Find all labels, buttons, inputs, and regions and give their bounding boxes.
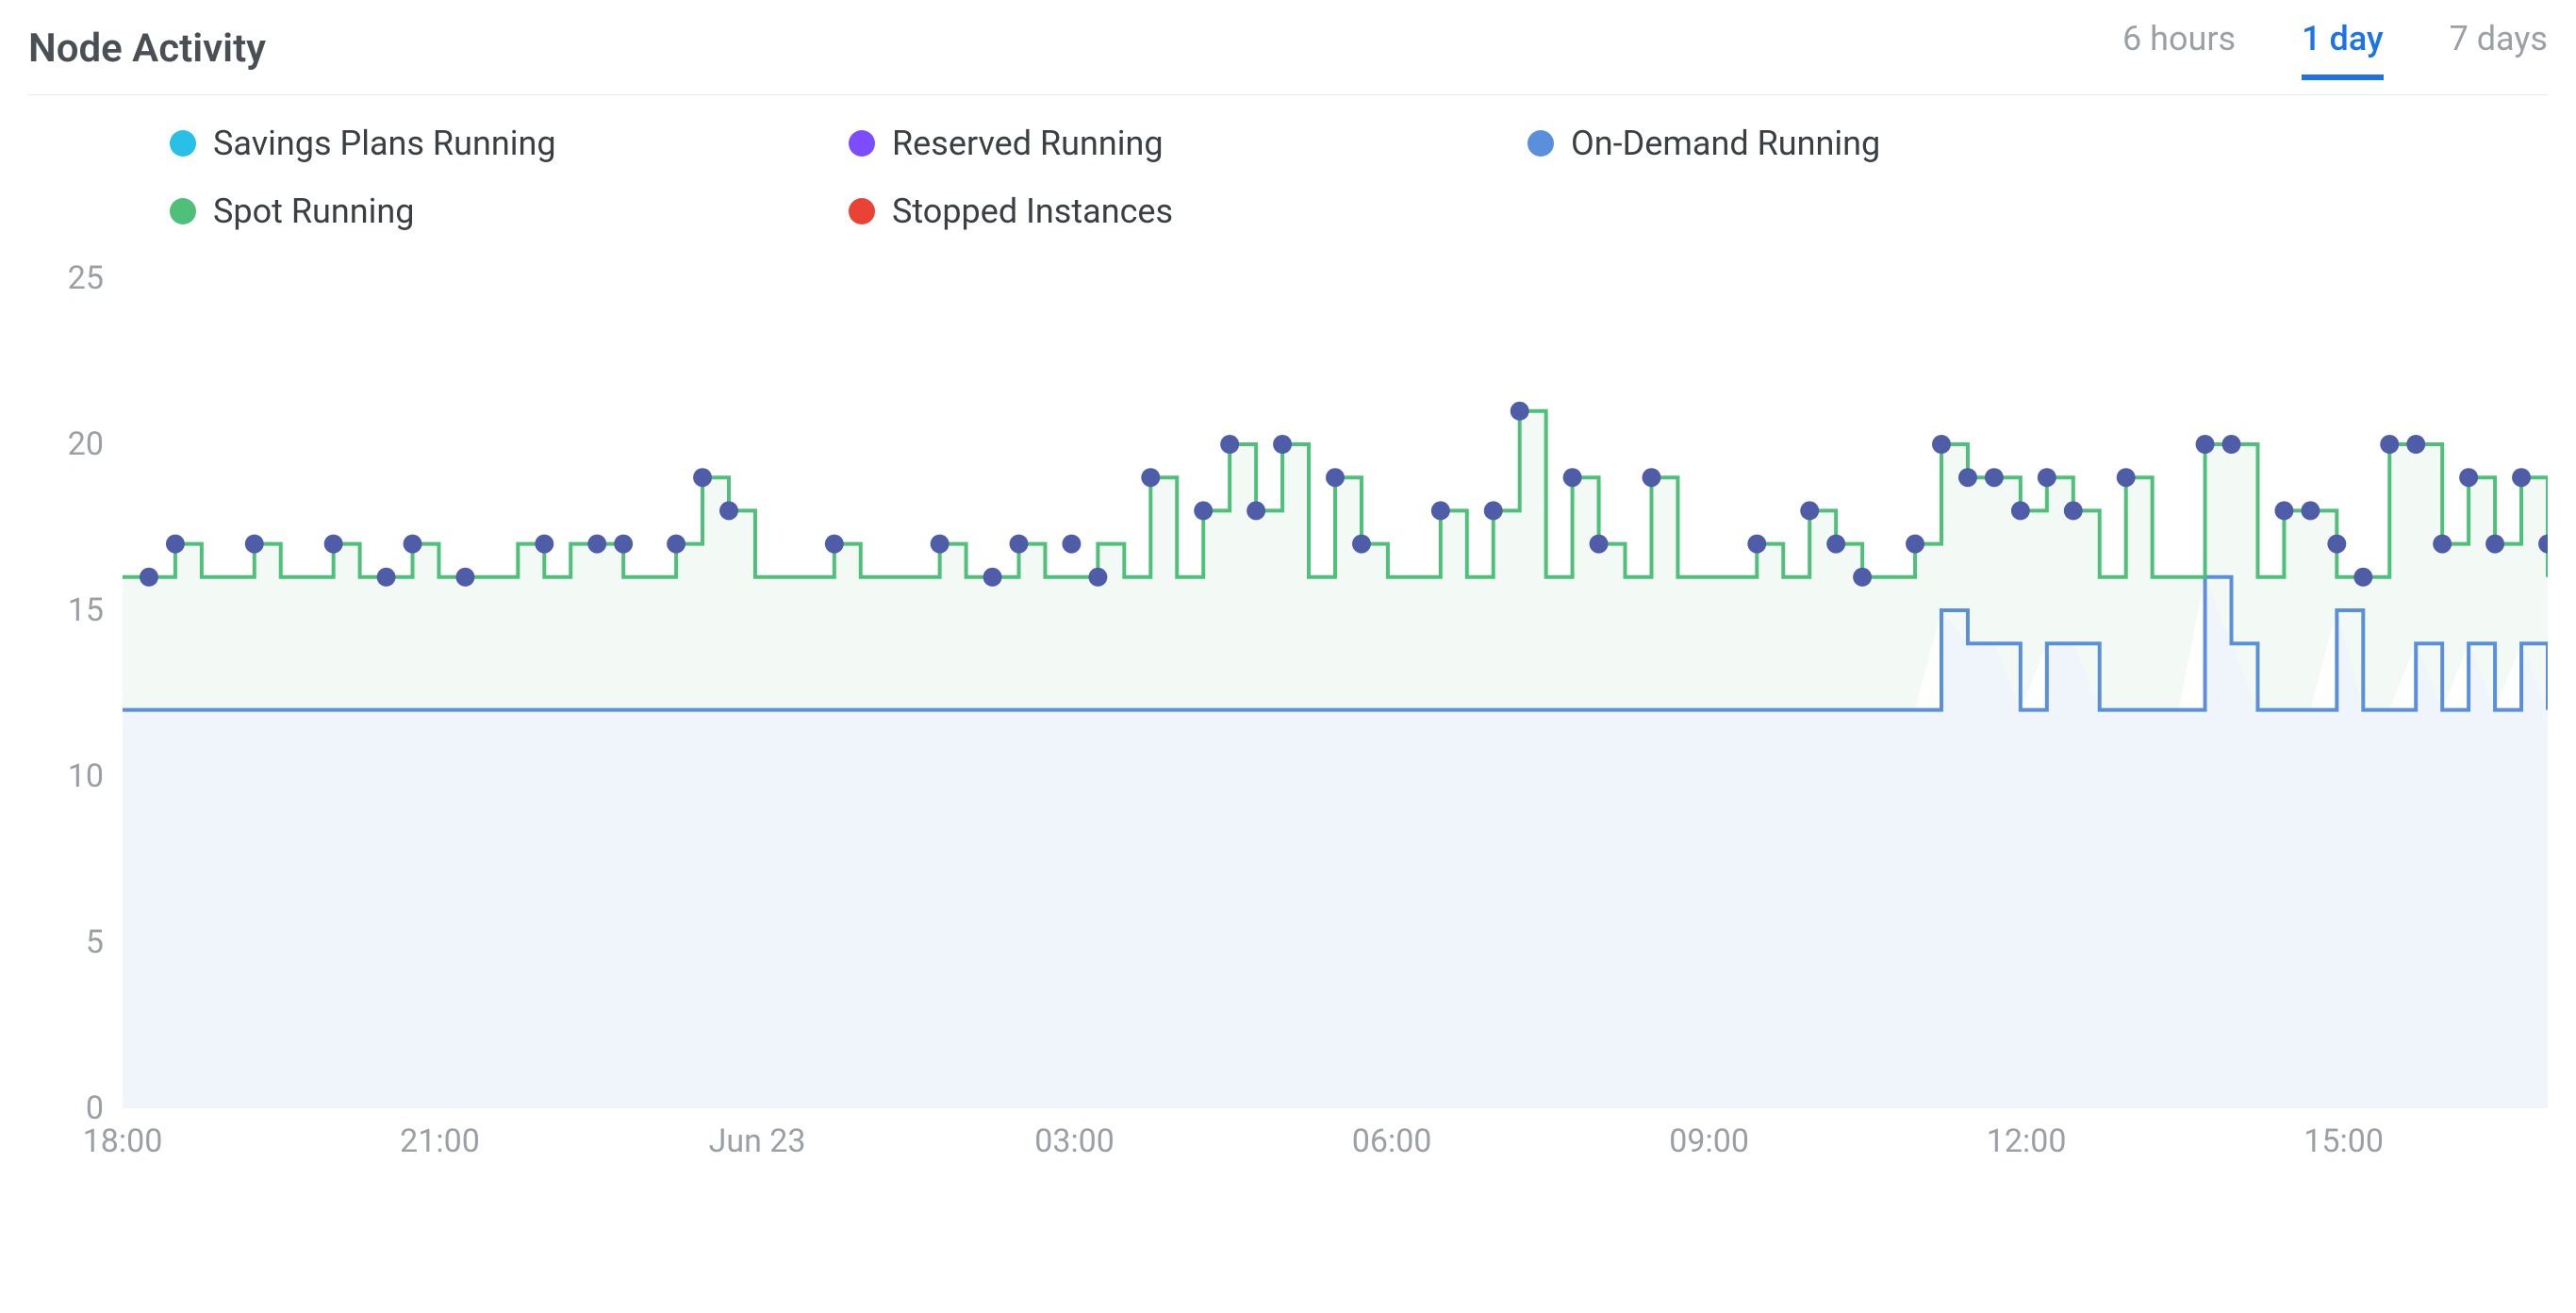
data-point [1220,435,1239,454]
data-point [2406,435,2425,454]
data-point [1062,535,1081,554]
data-point [1643,468,1661,487]
legend-item-savings-plans-running[interactable]: Savings Plans Running [170,124,849,163]
data-point [377,568,396,587]
data-point [324,535,343,554]
data-point [587,535,606,554]
x-tick: 09:00 [1669,1122,1749,1160]
range-tabs: 6 hours 1 day 7 days [2122,19,2548,77]
data-point [1484,501,1503,520]
x-tick: Jun 23 [709,1122,806,1160]
y-tick: 0 [86,1089,104,1127]
data-point [1826,535,1845,554]
x-tick: 06:00 [1352,1122,1432,1160]
range-tab-7-days[interactable]: 7 days [2450,19,2548,77]
legend-item-reserved-running[interactable]: Reserved Running [849,124,1527,163]
x-tick: 03:00 [1034,1122,1115,1160]
data-point [455,568,474,587]
data-point [1985,468,2004,487]
chart-svg [123,278,2548,1108]
range-tab-6-hours[interactable]: 6 hours [2122,19,2236,77]
y-tick: 5 [86,923,104,961]
data-point [2274,501,2293,520]
legend-swatch [849,198,875,224]
data-point [2433,535,2452,554]
data-point [2011,501,2030,520]
y-tick: 25 [68,259,104,297]
series-spot-running [123,411,2548,577]
chart-legend: Savings Plans Running Reserved Running On-… [28,124,2548,231]
x-tick: 12:00 [1987,1122,2067,1160]
data-point [166,535,185,554]
data-point [245,535,264,554]
data-point [931,535,949,554]
legend-label: Savings Plans Running [213,124,556,163]
legend-label: On-Demand Running [1571,124,1880,163]
plot [123,278,2548,1108]
data-point [693,468,712,487]
y-tick: 10 [68,757,104,795]
legend-label: Stopped Instances [892,191,1173,231]
data-point [1273,435,1292,454]
data-point [1800,501,1819,520]
data-point [614,535,633,554]
y-axis: 0510152025 [28,278,123,1222]
data-point [1352,535,1371,554]
data-point [1010,535,1029,554]
data-point [1932,435,1951,454]
data-point [140,568,158,587]
legend-swatch [1527,130,1554,157]
data-point [2459,468,2478,487]
page-title: Node Activity [28,25,266,72]
x-tick: 21:00 [400,1122,480,1160]
data-point [667,535,685,554]
data-point [2512,468,2531,487]
data-point [1853,568,1872,587]
data-point [2327,535,2346,554]
legend-item-spot-running[interactable]: Spot Running [170,191,849,231]
data-point [1563,468,1582,487]
data-point [719,501,738,520]
legend-label: Spot Running [213,191,414,231]
y-tick: 20 [68,425,104,463]
data-point [2196,435,2215,454]
data-point [2380,435,2399,454]
data-point [2485,535,2504,554]
legend-label: Reserved Running [892,124,1164,163]
data-point [1194,501,1213,520]
data-point [1511,402,1529,421]
data-point [2353,568,2372,587]
data-point [2301,501,2320,520]
chart-area: 0510152025 18:0021:00Jun 2303:0006:0009:… [28,278,2548,1222]
legend-item-on-demand-running[interactable]: On-Demand Running [1527,124,2206,163]
legend-item-stopped-instances[interactable]: Stopped Instances [849,191,1527,231]
data-point [1747,535,1766,554]
data-point [1431,501,1450,520]
data-point [1247,501,1265,520]
y-tick: 15 [68,591,104,629]
data-point [535,535,553,554]
legend-swatch [170,130,196,157]
data-point [2038,468,2056,487]
x-tick: 15:00 [2304,1122,2384,1160]
data-point [1590,535,1609,554]
data-point [2117,468,2136,487]
x-tick: 18:00 [83,1122,163,1160]
legend-swatch [849,130,875,157]
data-point [1958,468,1977,487]
range-tab-1-day[interactable]: 1 day [2302,19,2383,77]
data-point [1906,535,1924,554]
data-point [1088,568,1107,587]
data-point [2222,435,2241,454]
data-point [1141,468,1160,487]
x-axis: 18:0021:00Jun 2303:0006:0009:0012:0015:0… [123,1122,2548,1179]
data-point [404,535,422,554]
data-point [825,535,844,554]
data-point [983,568,1002,587]
legend-swatch [170,198,196,224]
data-point [2064,501,2083,520]
data-point [1326,468,1345,487]
